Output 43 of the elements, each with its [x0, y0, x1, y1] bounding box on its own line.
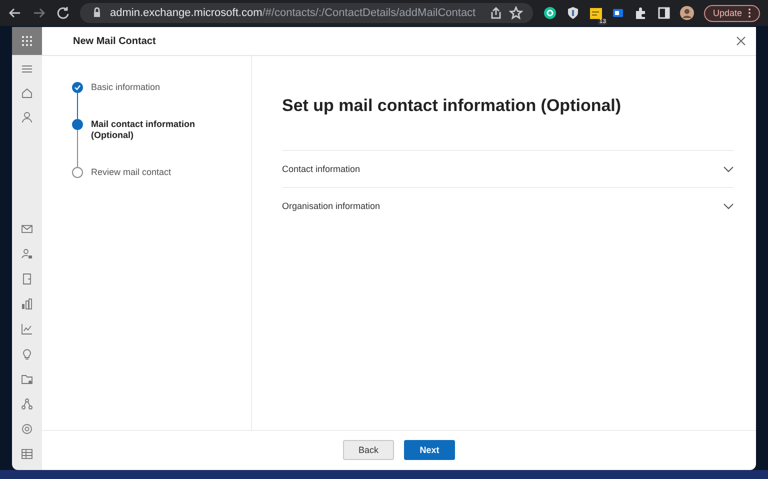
- reload-icon[interactable]: [56, 6, 70, 20]
- close-icon[interactable]: [736, 36, 746, 46]
- side-panel-icon[interactable]: [656, 6, 671, 20]
- address-bar[interactable]: admin.exchange.microsoft.com/#/contacts/:/ContactDetails/addMailContact: [80, 3, 533, 23]
- mail-icon[interactable]: [21, 223, 33, 235]
- accordion-section[interactable]: Contact information: [282, 150, 734, 187]
- more-icon: [748, 8, 751, 18]
- person-icon[interactable]: [21, 111, 33, 123]
- step-label[interactable]: Basic information: [91, 82, 211, 119]
- note-icon[interactable]: [588, 6, 603, 20]
- back-icon[interactable]: [8, 6, 22, 20]
- chevron-down-icon: [723, 202, 734, 210]
- puzzle-icon[interactable]: [634, 6, 648, 20]
- step-label[interactable]: Mail contact information (Optional): [91, 119, 211, 167]
- page-heading: Set up mail contact information (Optional): [282, 96, 622, 116]
- url-text: admin.exchange.microsoft.com/#/contacts/:/ContactDetails/addMailContact: [110, 7, 477, 19]
- star-icon[interactable]: [508, 6, 523, 20]
- settings-icon[interactable]: [21, 423, 33, 435]
- next-button[interactable]: Next: [404, 440, 455, 460]
- grid-icon: [21, 35, 33, 47]
- accordion-section[interactable]: Organisation information: [282, 187, 734, 224]
- chart-icon[interactable]: [21, 323, 33, 335]
- lightbulb-icon[interactable]: [21, 348, 33, 360]
- back-button[interactable]: Back: [343, 440, 394, 460]
- network-icon[interactable]: [21, 398, 33, 410]
- avatar-icon[interactable]: [680, 6, 694, 20]
- folder-icon[interactable]: [21, 373, 33, 385]
- share-icon[interactable]: [488, 6, 503, 20]
- chevron-down-icon: [723, 166, 734, 172]
- app-launcher-button[interactable]: [12, 27, 42, 55]
- shield-icon[interactable]: [566, 6, 580, 20]
- update-button[interactable]: Update: [704, 4, 760, 22]
- table-icon[interactable]: [21, 448, 33, 460]
- menu-icon[interactable]: [21, 63, 33, 75]
- document-icon[interactable]: [21, 273, 33, 285]
- card-icon[interactable]: [610, 6, 625, 20]
- home-icon[interactable]: [21, 87, 33, 99]
- panel-title: New Mail Contact: [73, 36, 157, 46]
- person-lock-icon[interactable]: [21, 248, 33, 260]
- bars-icon[interactable]: [21, 298, 33, 310]
- circle-icon[interactable]: [542, 6, 557, 20]
- forward-icon[interactable]: [32, 6, 46, 20]
- step-label[interactable]: Review mail contact: [91, 167, 211, 178]
